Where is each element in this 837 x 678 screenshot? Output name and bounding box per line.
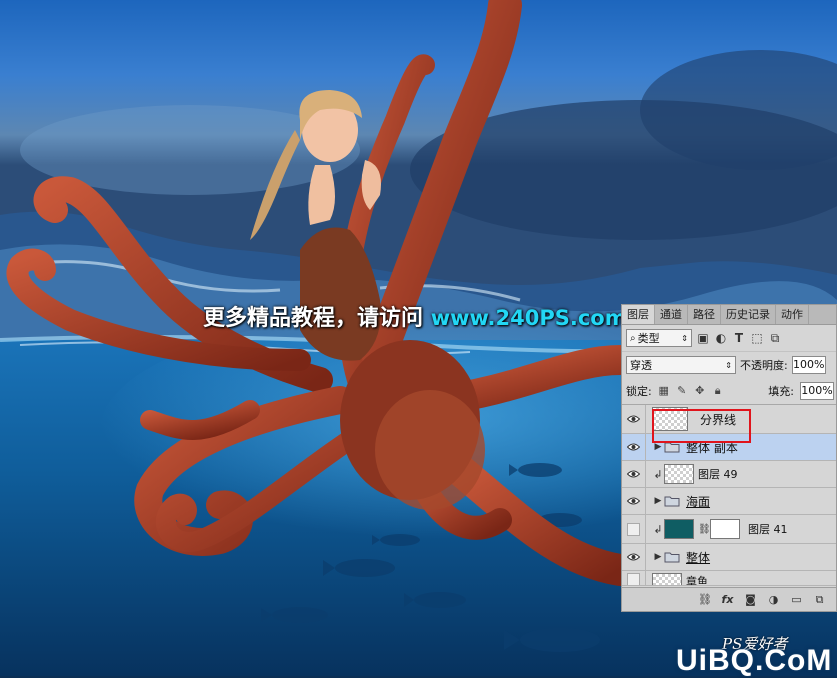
tab-history[interactable]: 历史记录 bbox=[721, 305, 776, 324]
visibility-toggle[interactable] bbox=[622, 488, 646, 514]
blend-mode-value: 穿透 bbox=[630, 359, 652, 372]
new-layer-icon[interactable]: ⧉ bbox=[813, 593, 826, 606]
layer-row-haimian[interactable]: ▶ 海面 bbox=[622, 488, 836, 515]
clipping-arrow-icon: ↲ bbox=[653, 467, 663, 481]
eye-icon bbox=[627, 415, 640, 423]
promo-url[interactable]: www.240PS.com bbox=[431, 306, 627, 330]
layer-name: 图层 41 bbox=[748, 523, 788, 536]
tab-paths[interactable]: 路径 bbox=[688, 305, 721, 324]
image-filter-icon[interactable]: ▣ bbox=[696, 331, 710, 345]
watermark-site: UiBQ.CoM bbox=[676, 644, 833, 677]
layer-style-fx-icon[interactable]: fx bbox=[721, 593, 734, 606]
tab-layers[interactable]: 图层 bbox=[622, 305, 655, 324]
shape-filter-icon[interactable]: ⬚ bbox=[750, 331, 764, 345]
hidden-visibility-box bbox=[627, 522, 640, 536]
adjustment-thumbnail bbox=[664, 519, 694, 539]
layer-name: 章鱼 bbox=[686, 575, 708, 586]
layer-row-zhangyu[interactable]: 章鱼 bbox=[622, 571, 836, 586]
blend-mode-select[interactable]: 穿透 ⇕ bbox=[626, 356, 736, 374]
mask-thumbnail[interactable] bbox=[710, 519, 740, 539]
layer-thumbnail bbox=[652, 573, 682, 585]
eye-icon bbox=[627, 443, 640, 451]
opacity-input[interactable]: 100% bbox=[791, 356, 826, 374]
eye-icon bbox=[627, 497, 640, 505]
lock-label: 锁定: bbox=[626, 385, 652, 398]
visibility-toggle[interactable] bbox=[622, 571, 646, 585]
add-mask-icon[interactable]: ◙ bbox=[744, 593, 757, 606]
lock-row: 锁定: ▦ ✎ ✥ 🔒︎ 填充: 100% bbox=[622, 378, 836, 405]
folder-icon bbox=[664, 496, 680, 507]
visibility-toggle[interactable] bbox=[622, 461, 646, 487]
layer-row-zhengti[interactable]: ▶ 整体 bbox=[622, 544, 836, 571]
promo-text: 更多精品教程，请访问 bbox=[203, 306, 424, 331]
eye-icon bbox=[627, 470, 640, 478]
blend-row: 穿透 ⇕ 不透明度: 100% bbox=[622, 352, 836, 378]
visibility-toggle[interactable] bbox=[622, 544, 646, 570]
visibility-toggle[interactable] bbox=[622, 434, 646, 460]
layer-row-layer41[interactable]: ↲ ⛓︎ 图层 41 bbox=[622, 515, 836, 544]
visibility-toggle[interactable] bbox=[622, 405, 646, 433]
kind-filter-select[interactable]: ⌕ 类型 ⇕ bbox=[626, 329, 692, 347]
panel-bottom-toolbar: ⛓︎ fx ◙ ◑ ▭ ⧉ bbox=[622, 587, 836, 611]
promo-overlay-text: 更多精品教程，请访问 www.240PS.com bbox=[203, 300, 627, 332]
visibility-toggle[interactable] bbox=[622, 515, 646, 543]
updown-arrows-icon: ⇕ bbox=[681, 333, 688, 343]
lock-position-icon[interactable]: ✥ bbox=[694, 385, 706, 397]
expand-triangle-icon[interactable]: ▶ bbox=[652, 552, 664, 562]
eye-icon bbox=[627, 553, 640, 561]
lock-transparency-icon[interactable]: ▦ bbox=[658, 385, 670, 397]
tab-channels[interactable]: 通道 bbox=[655, 305, 688, 324]
search-icon: ⌕ bbox=[630, 332, 636, 344]
updown-arrows-icon: ⇕ bbox=[725, 360, 732, 370]
expand-triangle-icon[interactable]: ▶ bbox=[652, 496, 664, 506]
layer-row-layer49[interactable]: ↲ 图层 49 bbox=[622, 461, 836, 488]
expand-triangle-icon[interactable]: ▶ bbox=[652, 442, 664, 452]
hidden-visibility-box bbox=[627, 573, 640, 585]
opacity-label: 不透明度: bbox=[740, 359, 788, 372]
layer-name: 图层 49 bbox=[698, 468, 738, 481]
link-chain-icon[interactable]: ⛓︎ bbox=[698, 524, 711, 535]
new-group-icon[interactable]: ▭ bbox=[790, 593, 803, 606]
folder-icon bbox=[664, 552, 680, 563]
layer-name: 海面 bbox=[686, 494, 711, 509]
adjustment-filter-icon[interactable]: ◐ bbox=[714, 331, 728, 345]
fill-label: 填充: bbox=[768, 385, 794, 398]
lock-pixels-icon[interactable]: ✎ bbox=[676, 385, 688, 397]
layers-panel: 图层 通道 路径 历史记录 动作 ⌕ 类型 ⇕ ▣ ◐ T ⬚ ⧉ 穿透 ⇕ 不… bbox=[621, 304, 837, 612]
new-adjustment-icon[interactable]: ◑ bbox=[767, 593, 780, 606]
panel-tabs: 图层 通道 路径 历史记录 动作 bbox=[622, 305, 836, 325]
lock-all-icon[interactable]: 🔒︎ bbox=[712, 385, 724, 397]
kind-filter-value: 类型 bbox=[637, 332, 660, 345]
type-filter-icon[interactable]: T bbox=[732, 331, 746, 345]
smart-object-filter-icon[interactable]: ⧉ bbox=[768, 331, 782, 345]
filter-row: ⌕ 类型 ⇕ ▣ ◐ T ⬚ ⧉ bbox=[622, 325, 836, 352]
layer-thumbnail bbox=[664, 464, 694, 484]
link-layers-icon[interactable]: ⛓︎ bbox=[698, 593, 712, 606]
layer-name: 整体 bbox=[686, 550, 711, 565]
red-highlight-box bbox=[652, 409, 751, 443]
tab-actions[interactable]: 动作 bbox=[776, 305, 809, 324]
clipping-arrow-icon: ↲ bbox=[653, 522, 663, 536]
fill-input[interactable]: 100% bbox=[800, 382, 834, 400]
